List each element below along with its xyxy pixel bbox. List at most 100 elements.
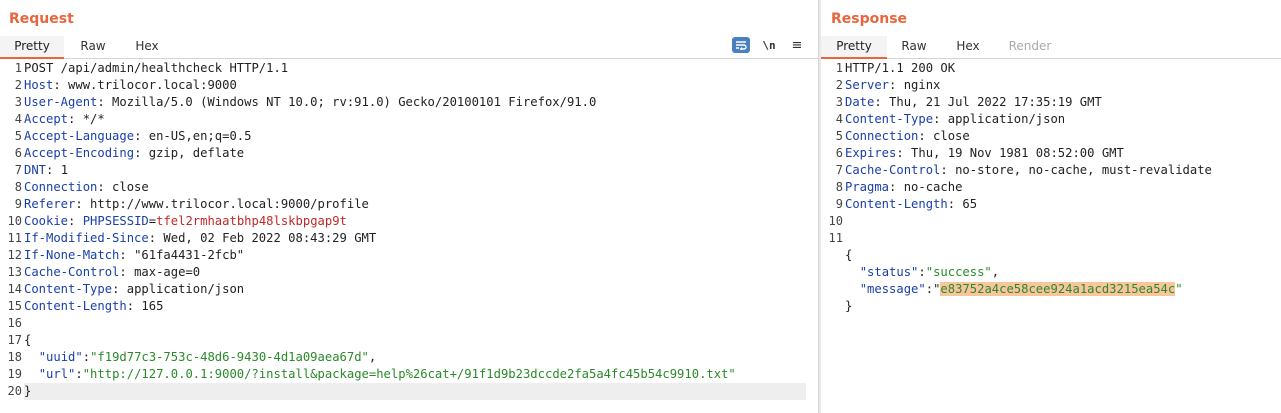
code-line[interactable]: Connection: close <box>24 179 806 196</box>
line-number: 11 <box>828 231 843 245</box>
code-line[interactable]: Server: nginx <box>845 77 1269 94</box>
request-tab-pretty[interactable]: Pretty <box>0 36 64 59</box>
code-token: Connection <box>24 180 98 194</box>
code-line[interactable] <box>24 315 806 332</box>
newline-toggle-icon[interactable]: \n <box>760 37 778 53</box>
code-line[interactable]: Content-Length: 65 <box>845 196 1269 213</box>
line-number <box>821 247 843 264</box>
code-line[interactable]: Accept: */* <box>24 111 806 128</box>
code-line[interactable]: Connection: close <box>845 128 1269 145</box>
code-token: : application/json <box>112 282 245 296</box>
line-number: 8 <box>14 180 22 194</box>
line-number: 17 <box>7 333 22 347</box>
code-line[interactable]: Cache-Control: no-store, no-cache, must-… <box>845 162 1269 179</box>
code-line[interactable]: Expires: Thu, 19 Nov 1981 08:52:00 GMT <box>845 145 1269 162</box>
code-line[interactable]: } <box>24 383 806 400</box>
code-line[interactable]: If-None-Match: "61fa4431-2fcb" <box>24 247 806 264</box>
code-line[interactable]: HTTP/1.1 200 OK <box>845 60 1269 77</box>
code-token: Expires <box>845 146 897 160</box>
line-number: 4 <box>835 112 843 126</box>
request-tab-raw[interactable]: Raw <box>64 36 122 59</box>
code-line[interactable]: { <box>24 332 806 349</box>
code-line[interactable]: Cache-Control: max-age=0 <box>24 264 806 281</box>
line-number: 13 <box>7 265 22 279</box>
code-token: : <box>918 265 926 279</box>
line-number: 7 <box>14 163 22 177</box>
code-token: POST /api/admin/healthcheck HTTP/1.1 <box>24 61 289 75</box>
response-tab-hex[interactable]: Hex <box>941 36 995 59</box>
code-token: Content-Type <box>845 112 934 126</box>
code-line[interactable]: "uuid":"f19d77c3-753c-48d6-9430-4d1a09ae… <box>24 349 806 366</box>
response-panel: Response Pretty Raw Hex Render 1 2 3 4 5 6 7 8 9… <box>821 0 1281 413</box>
response-tab-render[interactable]: Render <box>995 36 1065 59</box>
code-line[interactable] <box>845 213 1269 230</box>
code-token: Content-Type <box>24 282 113 296</box>
code-line[interactable]: Date: Thu, 21 Jul 2022 17:35:19 GMT <box>845 94 1269 111</box>
code-line[interactable]: Content-Type: application/json <box>845 111 1269 128</box>
code-line[interactable]: "message":"e83752a4ce58cee924a1acd3215ea… <box>845 281 1269 298</box>
code-token: Content-Length <box>24 299 127 313</box>
code-token: : close <box>918 129 970 143</box>
code-token: User-Agent <box>24 95 98 109</box>
response-code[interactable]: HTTP/1.1 200 OK Server: nginx Date: Thu, 2… <box>845 60 1269 413</box>
line-number: 20 <box>7 384 22 398</box>
code-line[interactable]: "status":"success", <box>845 264 1269 281</box>
code-line[interactable]: Content-Type: application/json <box>24 281 806 298</box>
line-number: 7 <box>835 163 843 177</box>
code-token: = <box>148 214 157 228</box>
code-token: : <box>82 350 91 364</box>
code-line[interactable]: Accept-Language: en-US,en;q=0.5 <box>24 128 806 145</box>
code-token: Accept <box>24 112 69 126</box>
code-token: : no-cache <box>889 180 963 194</box>
code-token: Accept-Language <box>24 129 135 143</box>
code-line[interactable]: If-Modified-Since: Wed, 02 Feb 2022 08:4… <box>24 230 806 247</box>
code-line[interactable]: POST /api/admin/healthcheck HTTP/1.1 <box>24 60 806 77</box>
code-token: Cache-Control <box>845 163 941 177</box>
code-line[interactable]: Cookie: PHPSESSID=tfel2rmhaatbhp48lskbpg… <box>24 213 806 230</box>
code-token: "url" <box>38 367 76 381</box>
code-token: : "61fa4431-2fcb" <box>119 248 245 262</box>
code-line[interactable]: Pragma: no-cache <box>845 179 1269 196</box>
response-tab-raw[interactable]: Raw <box>887 36 941 59</box>
line-number <box>821 264 843 281</box>
code-token: tfel2rmhaatbhp48lskbpgap9t <box>156 214 347 228</box>
response-tab-pretty[interactable]: Pretty <box>821 36 887 59</box>
code-token: Accept-Encoding <box>24 146 135 160</box>
code-line[interactable]: } <box>845 298 1269 315</box>
code-token: : gzip, deflate <box>134 146 245 160</box>
code-line[interactable] <box>845 230 1269 247</box>
line-number: 19 <box>7 367 22 381</box>
code-token: : Thu, 21 Jul 2022 17:35:19 GMT <box>874 95 1102 109</box>
line-number: 8 <box>835 180 843 194</box>
line-number: 5 <box>835 129 843 143</box>
code-token: Connection <box>845 129 919 143</box>
code-line[interactable]: DNT: 1 <box>24 162 806 179</box>
code-line[interactable]: User-Agent: Mozilla/5.0 (Windows NT 10.0… <box>24 94 806 111</box>
line-number: 3 <box>835 95 843 109</box>
code-line[interactable]: Content-Length: 165 <box>24 298 806 315</box>
code-token: { <box>845 248 853 262</box>
line-number: 2 <box>835 78 843 92</box>
request-panel: Request Pretty Raw Hex \n ≡ 1 2 3 4 5 6 7 8 9 10 1… <box>0 0 818 413</box>
menu-icon[interactable]: ≡ <box>788 37 806 53</box>
line-number: 5 <box>14 129 22 143</box>
line-number <box>821 281 843 298</box>
code-token: { <box>24 333 32 347</box>
code-line[interactable]: "url":"http://127.0.0.1:9000/?install&pa… <box>24 366 806 383</box>
code-token: "status" <box>859 265 919 279</box>
code-token: Referer <box>24 197 76 211</box>
request-code[interactable]: POST /api/admin/healthcheck HTTP/1.1 Host… <box>24 60 806 413</box>
code-line[interactable]: Host: www.trilocor.local:9000 <box>24 77 806 94</box>
code-token: : application/json <box>933 112 1066 126</box>
request-tab-hex[interactable]: Hex <box>122 36 172 59</box>
code-line[interactable]: Referer: http://www.trilocor.local:9000/… <box>24 196 806 213</box>
line-number: 11 <box>7 231 22 245</box>
word-wrap-icon[interactable] <box>732 37 750 53</box>
request-editor[interactable]: 1 2 3 4 5 6 7 8 9 10 11 12 13 14 15 16 17 18 19 20 POST /ap… <box>0 60 818 413</box>
response-editor[interactable]: 1 2 3 4 5 6 7 8 9 10 11 HTTP/1.1 200 OK Server: ngi… <box>821 60 1281 413</box>
code-line[interactable]: { <box>845 247 1269 264</box>
code-line[interactable]: Accept-Encoding: gzip, deflate <box>24 145 806 162</box>
code-token: Pragma <box>845 180 890 194</box>
